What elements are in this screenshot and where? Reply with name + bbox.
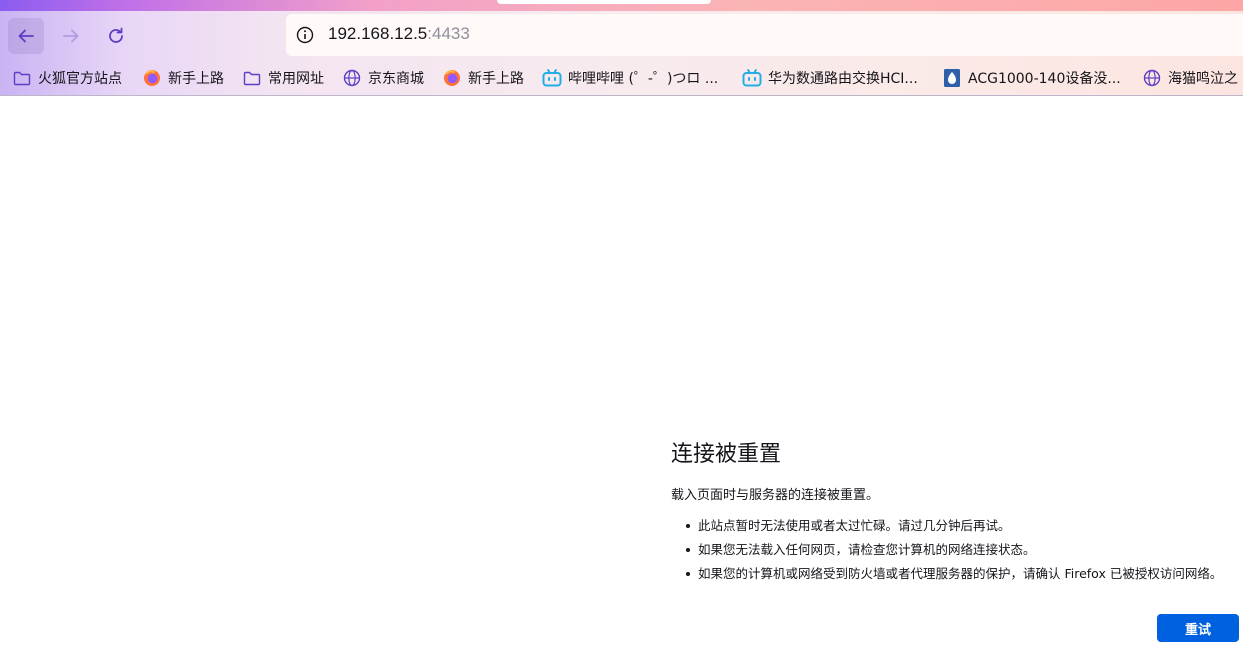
bookmark-label: 京东商城	[368, 71, 424, 87]
bookmark-label: 新手上路	[468, 71, 524, 87]
bookmark-label: 火狐官方站点	[38, 71, 122, 87]
list-item: 如果您无法载入任何网页，请检查您计算机的网络连接状态。	[671, 540, 1222, 564]
folder-icon	[242, 68, 262, 88]
back-button[interactable]	[8, 18, 44, 54]
active-tab-edge[interactable]	[497, 0, 711, 4]
error-suggestions: 此站点暂时无法使用或者太过忙碌。请过几分钟后再试。 如果您无法载入任何网页，请检…	[671, 516, 1222, 588]
reload-button[interactable]	[98, 18, 134, 54]
toolbar-divider	[0, 95, 1243, 96]
bookmark-label: 哔哩哔哩 (゜-゜)つロ ...	[568, 71, 719, 87]
url-port: :4433	[427, 24, 470, 43]
bookmark-umineko[interactable]: 海猫鸣泣之	[1142, 64, 1238, 92]
error-description: 载入页面时与服务器的连接被重置。	[671, 488, 880, 503]
url-text[interactable]: 192.168.12.5:4433	[328, 24, 470, 44]
bookmark-label: ACG1000-140设备没...	[968, 71, 1121, 87]
error-title: 连接被重置	[671, 442, 782, 467]
bilibili-icon	[542, 68, 562, 88]
forward-arrow-icon	[63, 29, 79, 43]
address-bar[interactable]: 192.168.12.5:4433	[286, 14, 1243, 56]
globe-icon	[342, 68, 362, 88]
bookmark-label: 海猫鸣泣之	[1168, 71, 1238, 87]
browser-toolbar: 192.168.12.5:4433 火狐官方站点 新手上路 常用网址 京东商城 …	[0, 0, 1243, 96]
bookmarks-toolbar: 火狐官方站点 新手上路 常用网址 京东商城 新手上路 哔哩哔哩 (゜-゜)つロ …	[0, 64, 1243, 92]
document-icon	[942, 68, 962, 88]
bookmark-getting-started-2[interactable]: 新手上路	[442, 64, 524, 92]
bookmark-huawei-hcia[interactable]: 华为数通路由交换HCI...	[742, 64, 918, 92]
site-info-icon[interactable]	[295, 25, 315, 49]
list-item: 如果您的计算机或网络受到防火墙或者代理服务器的保护，请确认 Firefox 已被…	[671, 564, 1222, 588]
folder-icon	[12, 68, 32, 88]
bookmark-label: 常用网址	[268, 71, 324, 87]
forward-button[interactable]	[53, 18, 89, 54]
reload-icon	[109, 27, 123, 43]
bilibili-icon	[742, 68, 762, 88]
retry-button[interactable]: 重试	[1157, 614, 1239, 642]
bookmark-jd[interactable]: 京东商城	[342, 64, 424, 92]
bookmark-acg1000[interactable]: ACG1000-140设备没...	[942, 64, 1121, 92]
back-arrow-icon	[18, 29, 34, 43]
list-item: 此站点暂时无法使用或者太过忙碌。请过几分钟后再试。	[671, 516, 1222, 540]
bookmark-bilibili[interactable]: 哔哩哔哩 (゜-゜)つロ ...	[542, 64, 718, 92]
bookmark-label: 新手上路	[168, 71, 224, 87]
firefox-icon	[142, 68, 162, 88]
bookmark-getting-started[interactable]: 新手上路	[142, 64, 224, 92]
url-host: 192.168.12.5	[328, 24, 428, 43]
globe-icon	[1142, 68, 1162, 88]
bookmark-label: 华为数通路由交换HCI...	[768, 71, 918, 87]
bookmark-folder-firefox-sites[interactable]: 火狐官方站点	[12, 64, 122, 92]
bookmark-folder-common-sites[interactable]: 常用网址	[242, 64, 324, 92]
firefox-icon	[442, 68, 462, 88]
